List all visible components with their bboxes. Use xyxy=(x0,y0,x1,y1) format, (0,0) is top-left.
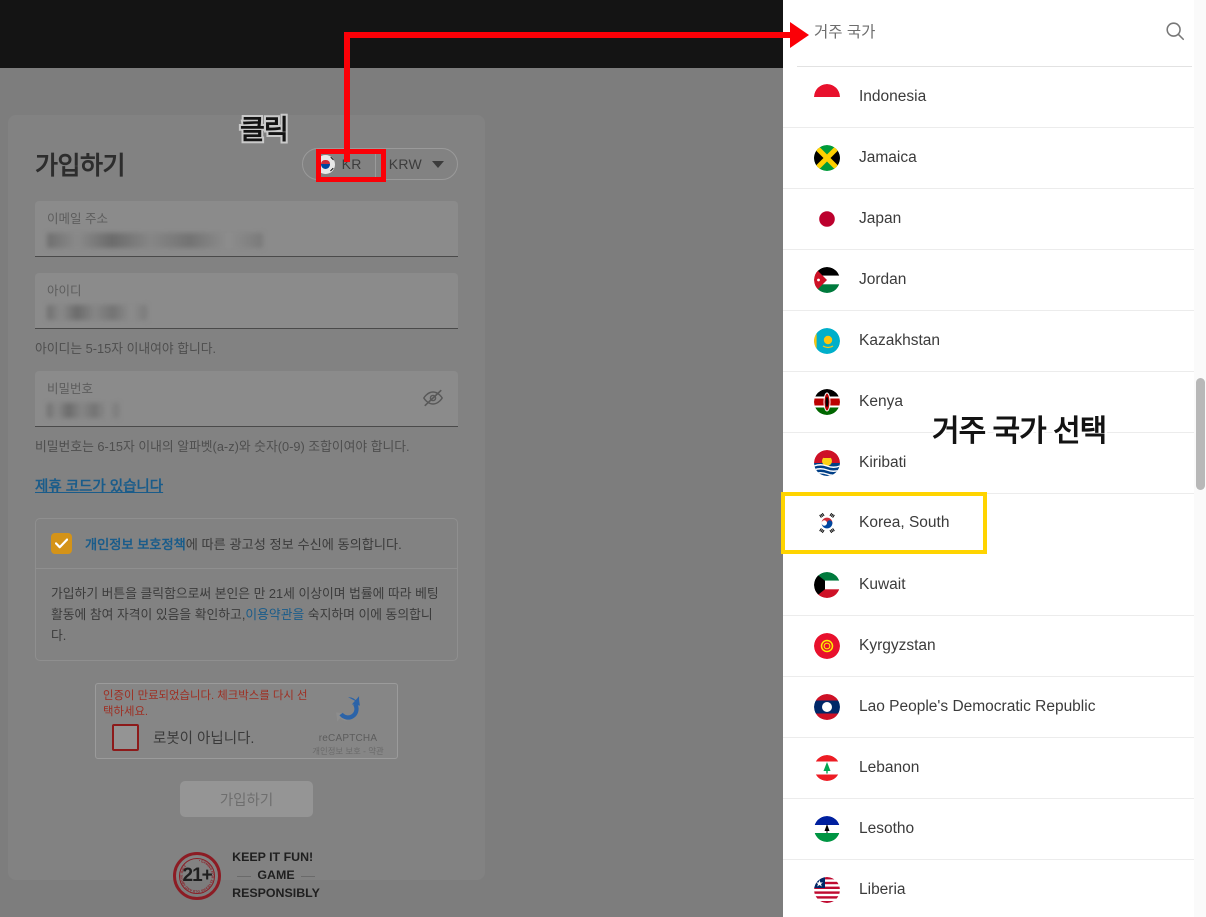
marketing-consent-checkbox[interactable] xyxy=(51,533,72,554)
responsible-gaming-badge: • GAMING FOR 21 YEARS OLD AND ABOVE ONLY… xyxy=(35,849,458,903)
recaptcha-label: 로봇이 아닙니다. xyxy=(153,731,255,748)
age-21-plus-label: 21+ xyxy=(182,865,213,887)
email-field-value-redacted xyxy=(47,233,263,248)
badge-line-1: KEEP IT FUN! xyxy=(232,850,314,865)
flag-korea-south xyxy=(814,510,840,536)
recaptcha-widget[interactable]: 인증이 만료되었습니다. 체크박스를 다시 선택하세요. 로봇이 아닙니다. r… xyxy=(95,683,398,760)
country-selector-panel: Indonesia Jamaica Japan Jordan Kazakhsta… xyxy=(783,0,1206,917)
list-item-label: Liberia xyxy=(859,881,906,898)
list-item[interactable]: Kenya xyxy=(783,372,1206,433)
responsible-gaming-text: KEEP IT FUN! GAME RESPONSIBLY xyxy=(232,849,320,903)
eye-off-icon[interactable] xyxy=(422,387,444,414)
flag-kuwait xyxy=(814,572,840,598)
flag-liberia xyxy=(814,877,840,903)
email-field-label: 이메일 주소 xyxy=(47,212,108,226)
flag-jordan xyxy=(814,267,840,293)
list-item[interactable]: Lao People's Democratic Republic xyxy=(783,677,1206,738)
list-item-label: Kenya xyxy=(859,393,903,410)
list-item[interactable]: Lesotho xyxy=(783,799,1206,860)
username-field[interactable]: 아이디 xyxy=(35,273,458,329)
kr-flag-icon xyxy=(315,154,335,174)
list-item[interactable]: Kiribati xyxy=(783,433,1206,494)
flag-lesotho xyxy=(814,816,840,842)
consent-box: 개인정보 보호정책에 따른 광고성 정보 수신에 동의합니다. 가입하기 버튼을… xyxy=(35,518,458,662)
recaptcha-logo-icon xyxy=(336,696,360,723)
password-field-value-redacted xyxy=(47,403,119,418)
signup-submit-button[interactable]: 가입하기 xyxy=(180,781,313,818)
list-item-label: Jamaica xyxy=(859,149,917,166)
list-item[interactable]: Japan xyxy=(783,189,1206,250)
list-item-label: Lebanon xyxy=(859,759,920,776)
badge-line-2: GAME xyxy=(257,868,295,883)
screenshot-root: 가입하기 KR KRW 이메일 주소 아이디 아이디는 5-15자 이내여야 합… xyxy=(0,0,1206,917)
list-item-label: Kuwait xyxy=(859,576,906,593)
marketing-consent-row[interactable]: 개인정보 보호정책에 따른 광고성 정보 수신에 동의합니다. xyxy=(36,519,457,569)
list-item[interactable]: Indonesia xyxy=(783,67,1206,128)
list-item-label: Kyrgyzstan xyxy=(859,637,936,654)
list-item-label: Lao People's Democratic Republic xyxy=(859,698,1096,715)
terms-of-use-link[interactable]: 이용약관을 xyxy=(245,607,304,622)
vertical-scrollbar-track[interactable] xyxy=(1194,0,1206,917)
site-header-bar xyxy=(0,0,783,68)
list-item[interactable]: Kazakhstan xyxy=(783,311,1206,372)
page-title: 가입하기 xyxy=(35,152,126,180)
privacy-policy-link[interactable]: 개인정보 보호정책 xyxy=(85,537,186,552)
search-icon[interactable] xyxy=(1164,20,1186,47)
flag-indonesia xyxy=(814,84,840,110)
flag-japan xyxy=(814,206,840,232)
list-item-korea-south[interactable]: Korea, South xyxy=(783,492,987,554)
signup-card: 가입하기 KR KRW 이메일 주소 아이디 아이디는 5-15자 이내여야 합… xyxy=(8,115,485,901)
vertical-scrollbar-thumb[interactable] xyxy=(1196,378,1205,490)
country-selector-button[interactable]: KR xyxy=(303,149,375,179)
username-field-value-redacted xyxy=(47,305,147,320)
flag-laos xyxy=(814,694,840,720)
list-item-label: Japan xyxy=(859,210,902,227)
password-hint: 비밀번호는 6-15자 이내의 알파벳(a-z)와 숫자(0-9) 조합이여야 … xyxy=(35,439,410,454)
recaptcha-terms-links[interactable]: 개인정보 보호 - 약관 xyxy=(309,745,387,757)
list-item-label: Indonesia xyxy=(859,88,927,105)
username-hint: 아이디는 5-15자 이내여야 합니다. xyxy=(35,341,217,356)
list-item-label: Lesotho xyxy=(859,820,915,837)
flag-kiribati xyxy=(814,450,840,476)
flag-kyrgyzstan xyxy=(814,633,840,659)
flag-kazakhstan xyxy=(814,328,840,354)
flag-kenya xyxy=(814,389,840,415)
email-field[interactable]: 이메일 주소 xyxy=(35,201,458,257)
card-header-row: 가입하기 KR KRW xyxy=(35,143,458,185)
terms-notice: 가입하기 버튼을 클릭함으로써 본인은 만 21세 이상이며 법률에 따라 베팅… xyxy=(36,569,457,660)
recaptcha-branding: reCAPTCHA 개인정보 보호 - 약관 xyxy=(309,692,387,757)
badge-line-3: RESPONSIBLY xyxy=(232,886,320,901)
marketing-consent-text: 개인정보 보호정책에 따른 광고성 정보 수신에 동의합니다. xyxy=(85,534,402,553)
password-field-label: 비밀번호 xyxy=(47,382,94,396)
list-item-label: Jordan xyxy=(859,271,907,288)
recaptcha-brand-name: reCAPTCHA xyxy=(318,733,378,745)
list-item[interactable]: Kyrgyzstan xyxy=(783,616,1206,677)
recaptcha-checkbox[interactable] xyxy=(112,724,139,752)
recaptcha-expired-warning: 인증이 만료되었습니다. 체크박스를 다시 선택하세요. xyxy=(103,690,308,718)
marketing-consent-rest: 에 따른 광고성 정보 수신에 동의합니다. xyxy=(185,537,402,552)
affiliate-code-link[interactable]: 제휴 코드가 있습니다 xyxy=(35,475,163,496)
list-item-label: Kazakhstan xyxy=(859,332,940,349)
locale-toggle-group: KR KRW xyxy=(301,148,458,180)
signup-page-overlay: 가입하기 KR KRW 이메일 주소 아이디 아이디는 5-15자 이내여야 합… xyxy=(0,0,783,917)
list-item-label: Kiribati xyxy=(859,454,907,471)
list-item[interactable]: Jamaica xyxy=(783,128,1206,189)
list-item[interactable]: Lebanon xyxy=(783,738,1206,799)
flag-jamaica xyxy=(814,145,840,171)
list-item-label: Korea, South xyxy=(859,514,950,531)
currency-label: KRW xyxy=(388,156,422,172)
age-21-plus-icon: • GAMING FOR 21 YEARS OLD AND ABOVE ONLY… xyxy=(173,852,222,901)
list-item[interactable]: Liberia xyxy=(783,860,1206,917)
username-field-label: 아이디 xyxy=(47,284,82,298)
chevron-down-icon xyxy=(432,160,444,168)
currency-selector-button[interactable]: KRW xyxy=(374,149,457,179)
country-search-row xyxy=(783,0,1206,66)
flag-lebanon xyxy=(814,755,840,781)
search-input[interactable] xyxy=(814,24,1164,42)
country-code-label: KR xyxy=(341,156,362,172)
password-field[interactable]: 비밀번호 xyxy=(35,371,458,427)
list-item[interactable]: Jordan xyxy=(783,250,1206,311)
list-item[interactable]: Kuwait xyxy=(783,555,1206,616)
